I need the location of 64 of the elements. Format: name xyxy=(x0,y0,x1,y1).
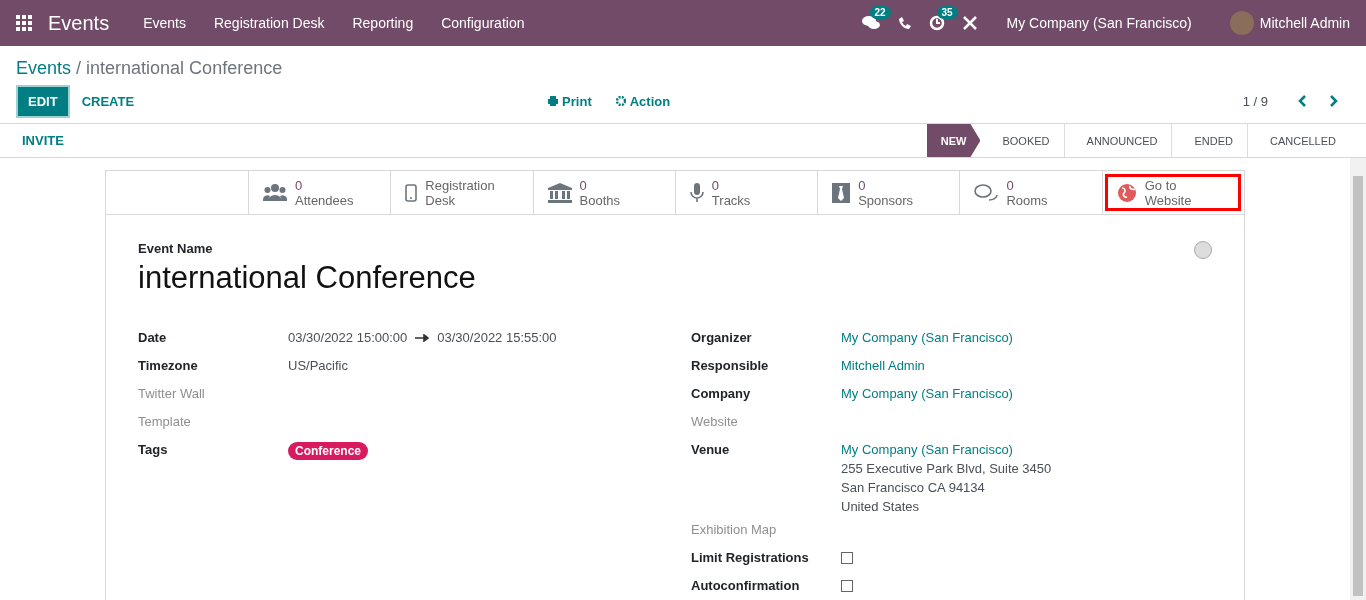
company-switcher[interactable]: My Company (San Francisco) xyxy=(1006,15,1192,31)
field-label: Timezone xyxy=(138,358,199,373)
event-title: international Conference xyxy=(138,260,477,296)
tie-icon xyxy=(832,182,851,203)
field-label: Tags xyxy=(138,442,169,457)
clock-icon[interactable] xyxy=(928,15,945,31)
print-button[interactable]: Print xyxy=(536,87,604,115)
smart-button[interactable]: Go to Website xyxy=(1101,171,1244,214)
chevron-left-icon xyxy=(1298,95,1306,107)
phone-icon xyxy=(405,183,418,202)
users-icon xyxy=(263,182,287,203)
field-link[interactable]: Mitchell Admin xyxy=(841,358,925,373)
stage-button[interactable]: NEW xyxy=(926,124,981,157)
bank-icon xyxy=(547,182,572,203)
field-label: Responsible xyxy=(691,358,770,373)
start-date: 03/30/2022 15:00:00 xyxy=(288,330,408,345)
field-label: Exhibition Map xyxy=(691,522,778,537)
invite-button[interactable]: INVITE xyxy=(10,124,76,157)
menu-item[interactable]: Events xyxy=(129,15,200,31)
address-line: 255 Executive Park Blvd, Suite 3450 xyxy=(841,461,1053,476)
pager-value: 1 / 9 xyxy=(1242,93,1268,109)
microphone-icon xyxy=(689,182,704,203)
chat-icon[interactable] xyxy=(861,15,880,31)
field-label: Website xyxy=(691,414,739,429)
user-name[interactable]: Mitchell Admin xyxy=(1259,15,1350,31)
chevron-right-icon xyxy=(1330,95,1338,107)
field-label: Twitter Wall xyxy=(138,386,206,401)
edit-button[interactable]: EDIT xyxy=(16,84,70,118)
tag[interactable]: Conference xyxy=(288,442,369,460)
menu-item[interactable]: Configuration xyxy=(427,15,539,31)
menu-item[interactable]: Reporting xyxy=(338,15,428,31)
breadcrumb-link[interactable]: Events xyxy=(16,58,72,79)
field-label: Venue xyxy=(691,442,731,457)
chat-icon xyxy=(974,182,999,203)
checkbox[interactable] xyxy=(841,552,853,564)
field-link[interactable]: My Company (San Francisco) xyxy=(841,330,1013,345)
printer-icon xyxy=(548,96,559,106)
menu-item[interactable]: Registration Desk xyxy=(199,15,339,31)
message-count: 22 xyxy=(869,6,891,19)
address-line: United States xyxy=(841,499,921,514)
field-label: Limit Registrations xyxy=(691,550,810,565)
field-label: Company xyxy=(691,386,752,401)
field-label: Event Name xyxy=(138,241,213,256)
address-line: San Francisco CA 94134 xyxy=(841,480,986,495)
field-label: Template xyxy=(138,414,192,429)
field-link[interactable]: My Company (San Francisco) xyxy=(841,386,1013,401)
venue-link[interactable]: My Company (San Francisco) xyxy=(841,442,1013,457)
scrollbar[interactable] xyxy=(1350,158,1366,600)
phone-icon[interactable] xyxy=(897,16,911,30)
field-label: Date xyxy=(138,330,168,345)
field-label: Organizer xyxy=(691,330,753,345)
arrow-icon xyxy=(415,333,430,342)
field-value: US/Pacific xyxy=(288,358,349,373)
breadcrumb-current: international Conference xyxy=(86,58,283,79)
activity-count: 35 xyxy=(936,6,958,19)
app-name: Events xyxy=(48,11,110,35)
field-label: Autoconfirmation xyxy=(691,578,801,593)
checkbox[interactable] xyxy=(841,580,853,592)
apps-menu-icon[interactable] xyxy=(16,15,32,31)
end-date: 03/30/2022 15:55:00 xyxy=(437,330,557,345)
globe-icon xyxy=(1116,182,1137,203)
create-button[interactable]: CREATE xyxy=(69,87,147,115)
breadcrumb-separator: / xyxy=(76,58,82,79)
action-button[interactable]: Action xyxy=(603,87,683,115)
